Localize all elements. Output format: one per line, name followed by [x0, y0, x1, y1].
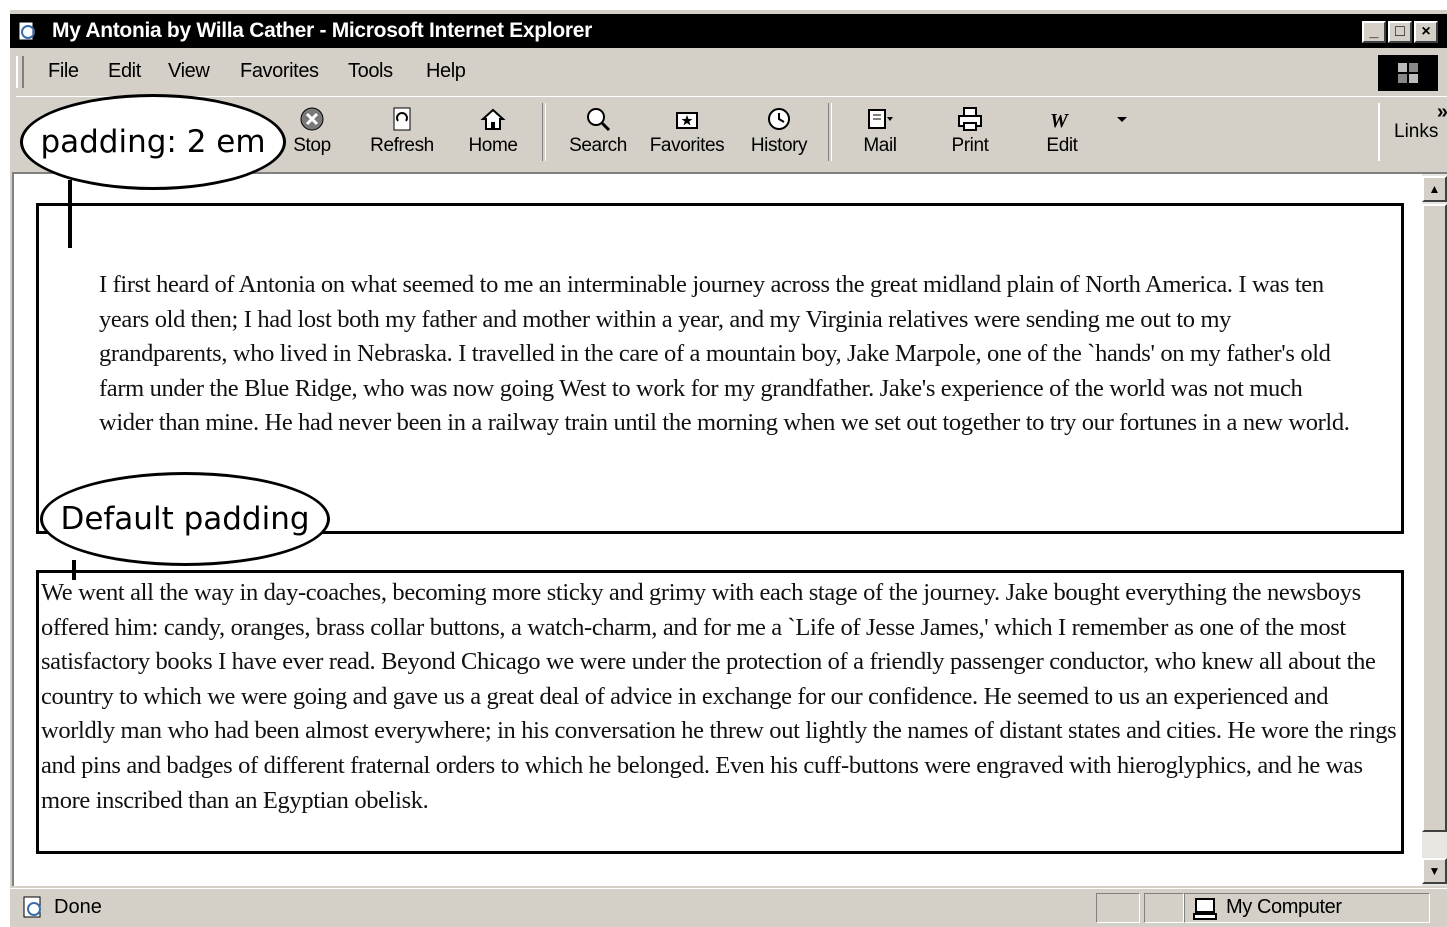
stop-label: Stop — [293, 135, 331, 156]
edit-button[interactable]: W Edit — [1036, 99, 1088, 163]
chevron-down-icon — [1117, 117, 1127, 122]
edit-label: Edit — [1046, 135, 1078, 156]
links-bar[interactable]: Links » — [1378, 101, 1447, 161]
minimize-button[interactable]: _ — [1362, 21, 1386, 43]
menu-help[interactable]: Help — [426, 60, 466, 83]
callout-leader — [68, 180, 72, 248]
print-label: Print — [951, 135, 989, 156]
default-padding-paragraph: We went all the way in day-coaches, beco… — [36, 570, 1404, 854]
status-pane — [1144, 893, 1184, 923]
menu-tools[interactable]: Tools — [348, 60, 393, 83]
history-button[interactable]: History — [744, 99, 814, 163]
search-icon — [587, 108, 611, 132]
menu-grip[interactable] — [16, 56, 24, 88]
scroll-thumb[interactable] — [1422, 204, 1447, 832]
stop-icon — [300, 107, 324, 131]
stop-button[interactable]: Stop — [282, 99, 342, 163]
scroll-down-button[interactable]: ▼ — [1422, 858, 1447, 884]
home-icon — [480, 108, 506, 130]
refresh-label: Refresh — [370, 135, 434, 156]
padding-callout: padding: 2 em — [20, 94, 286, 190]
paragraph-text: I first heard of Antonia on what seemed … — [99, 271, 1350, 437]
scroll-up-button[interactable]: ▲ — [1422, 176, 1447, 202]
svg-text:W: W — [1050, 110, 1069, 132]
mail-icon — [868, 109, 893, 129]
home-label: Home — [468, 135, 518, 156]
links-label: Links — [1394, 121, 1439, 142]
ie-page-icon — [18, 21, 35, 41]
history-label: History — [750, 135, 808, 156]
refresh-button[interactable]: Refresh — [360, 99, 444, 163]
callout-leader — [72, 560, 76, 580]
links-chevron[interactable]: » — [1437, 101, 1447, 124]
edit-icon: W — [1050, 110, 1069, 132]
status-pane — [1096, 893, 1140, 923]
history-icon — [768, 108, 790, 130]
computer-icon — [1193, 898, 1217, 920]
refresh-icon — [393, 107, 411, 131]
favorites-label: Favorites — [649, 135, 725, 156]
status-text: Done — [54, 896, 102, 918]
menu-favorites[interactable]: Favorites — [240, 60, 319, 83]
close-button[interactable]: × — [1414, 21, 1438, 43]
print-icon — [958, 107, 982, 131]
windows-logo — [1378, 55, 1438, 91]
default-padding-callout: Default padding — [40, 472, 330, 566]
paragraph-text: We went all the way in day-coaches, beco… — [41, 579, 1397, 814]
search-button[interactable]: Search — [562, 99, 634, 163]
home-button[interactable]: Home — [460, 99, 526, 163]
zone-text: My Computer — [1226, 896, 1342, 918]
search-label: Search — [569, 135, 627, 156]
mail-label: Mail — [863, 135, 897, 156]
menu-view[interactable]: View — [168, 60, 210, 83]
edit-dropdown[interactable] — [1108, 99, 1132, 163]
title-bar: My Antonia by Willa Cather - Microsoft I… — [10, 14, 1447, 48]
vertical-scrollbar[interactable]: ▲ ▼ — [1422, 174, 1447, 886]
menu-bar: File Edit View Favorites Tools Help — [16, 52, 1447, 92]
page-done-icon — [23, 896, 41, 918]
print-button[interactable]: Print — [942, 99, 998, 163]
favorites-button[interactable]: Favorites — [644, 99, 730, 163]
mail-button[interactable]: Mail — [850, 99, 910, 163]
favorites-icon — [676, 112, 698, 129]
maximize-button[interactable]: □ — [1388, 21, 1412, 43]
status-bar: Done My Computer — [10, 888, 1447, 927]
toolbar-separator — [542, 103, 546, 161]
menu-edit[interactable]: Edit — [108, 60, 141, 83]
window-title: My Antonia by Willa Cather - Microsoft I… — [52, 19, 592, 42]
menu-file[interactable]: File — [48, 60, 79, 83]
windows-logo-icon — [1398, 63, 1418, 83]
toolbar-separator — [828, 103, 832, 161]
